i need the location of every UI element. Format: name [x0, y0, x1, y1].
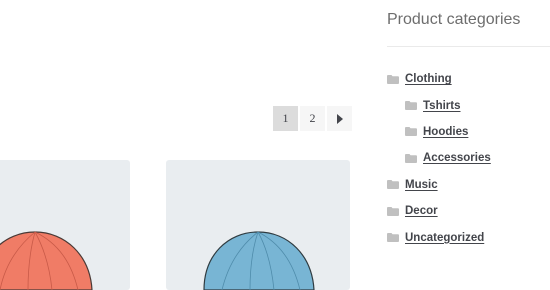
category-link[interactable]: Uncategorized	[405, 232, 484, 244]
pagination: 1 2	[273, 106, 352, 131]
folder-icon	[387, 233, 399, 243]
category-link[interactable]: Clothing	[405, 73, 452, 85]
category-link[interactable]: Music	[405, 179, 438, 191]
folder-icon	[405, 101, 417, 111]
beanie-hat-icon	[0, 231, 93, 290]
category-item: Hoodies	[387, 119, 550, 145]
category-link[interactable]: Decor	[405, 205, 438, 217]
folder-icon	[387, 74, 399, 84]
category-item: Decor	[387, 198, 550, 224]
product-card[interactable]	[0, 160, 130, 290]
page-1-current[interactable]: 1	[273, 106, 298, 131]
category-link[interactable]: Tshirts	[423, 100, 461, 112]
divider	[387, 46, 550, 47]
sidebar: Product categories Clothing Tshirts Hoodie…	[387, 0, 550, 244]
next-page-button[interactable]	[327, 106, 352, 131]
product-card[interactable]	[166, 160, 350, 290]
category-item: Clothing	[387, 66, 550, 92]
category-link[interactable]: Accessories	[423, 152, 491, 164]
category-item: Uncategorized	[387, 224, 550, 250]
folder-icon	[405, 127, 417, 137]
beanie-hat-icon	[203, 231, 315, 290]
folder-icon	[387, 180, 399, 190]
page-2-link[interactable]: 2	[300, 106, 325, 131]
category-link[interactable]: Hoodies	[423, 126, 468, 138]
category-list: Clothing Tshirts Hoodies Accessories Music De…	[387, 66, 550, 251]
category-item: Music	[387, 172, 550, 198]
category-item: Tshirts	[387, 92, 550, 118]
folder-icon	[405, 153, 417, 163]
category-item: Accessories	[387, 145, 550, 171]
folder-icon	[387, 206, 399, 216]
caret-right-icon	[336, 113, 343, 124]
widget-title: Product categories	[387, 11, 521, 28]
